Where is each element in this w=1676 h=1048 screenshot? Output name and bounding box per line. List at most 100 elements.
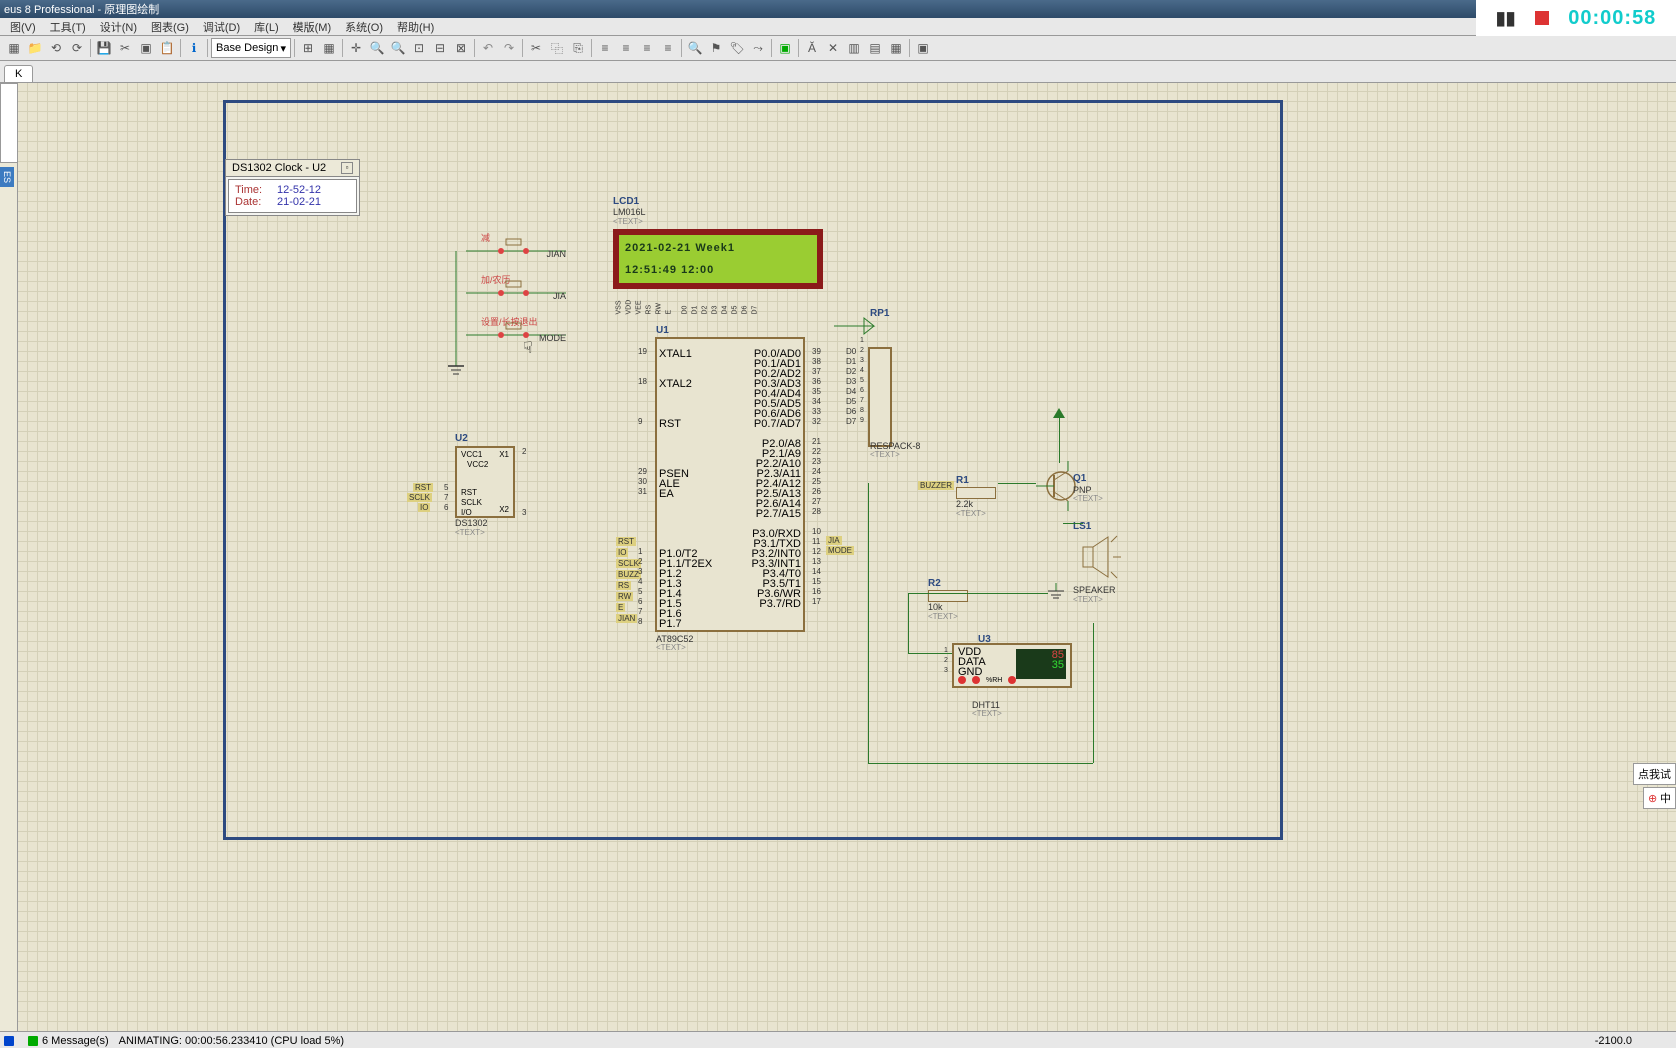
lcd-pin-vee: VEE [636, 300, 643, 314]
lcd-pin-d6: D6 [742, 306, 749, 315]
u1-text: <TEXT> [656, 643, 686, 652]
window-title: eus 8 Professional - 原理图绘制 [4, 1, 159, 17]
button-jia[interactable]: 加/农历 JIA [456, 273, 566, 313]
tb-report4-icon[interactable]: ▣ [913, 38, 933, 58]
tb-scissors-icon[interactable]: ✂ [526, 38, 546, 58]
r2-val: 10k [928, 602, 968, 612]
u3-dht11[interactable]: VDD DATA GND 85 35 %RH [952, 643, 1072, 688]
side-float-ime[interactable]: ⊕ 中 [1643, 787, 1676, 809]
menu-design[interactable]: 设计(N) [94, 18, 143, 36]
tb-zoomsel-icon[interactable]: ⊠ [451, 38, 471, 58]
tb-tag-icon[interactable]: 🏷 [727, 38, 747, 58]
tb-align1-icon[interactable]: ≡ [595, 38, 615, 58]
ds1302-body: Time:12-52-12 Date:21-02-21 [228, 179, 357, 213]
tb-comp1-icon[interactable]: ▣ [775, 38, 795, 58]
tb-align2-icon[interactable]: ≡ [616, 38, 636, 58]
u2-ds1302[interactable]: U2 VCC1 VCC2 X1 RST SCLK I/O X2 DS1302 <… [455, 433, 515, 537]
button-mode[interactable]: 设置/长按退出 MODE [456, 315, 566, 355]
overview-thumb[interactable] [0, 83, 18, 163]
tb-center-icon[interactable]: ✛ [346, 38, 366, 58]
tb-copy-icon[interactable]: ▣ [136, 38, 156, 58]
title-bar: eus 8 Professional - 原理图绘制 [0, 0, 1676, 18]
tb-zoomin-icon[interactable]: 🔍 [367, 38, 387, 58]
tb-grid-icon[interactable]: ⊞ [298, 38, 318, 58]
menu-view[interactable]: 图(V) [4, 18, 42, 36]
lcd-pin-d1: D1 [692, 306, 699, 315]
lcd-text: <TEXT> [613, 217, 646, 226]
r1-val: 2.2k [956, 499, 996, 509]
tb-flag-icon[interactable]: ⚑ [706, 38, 726, 58]
menu-charts[interactable]: 图表(G) [145, 18, 195, 36]
tb-forward-icon[interactable]: ⟳ [67, 38, 87, 58]
lcd-ref: LCD1 [613, 196, 646, 207]
tb-cut-icon[interactable]: ✂ [115, 38, 135, 58]
ls1-part: SPEAKER [1073, 585, 1123, 595]
button-jian[interactable]: 减 JIAN [456, 231, 566, 271]
pause-icon[interactable]: ▮▮ [1496, 8, 1516, 29]
r1-resistor[interactable]: R1 2.2k <TEXT> [956, 475, 996, 518]
lcd-screen: 2021-02-21 Week1 12:51:49 12:00 [613, 229, 823, 289]
tb-report1-icon[interactable]: ▥ [844, 38, 864, 58]
tb-open-icon[interactable]: 📁 [25, 38, 45, 58]
menu-template[interactable]: 模版(M) [287, 18, 338, 36]
dht-display: 85 35 [1016, 649, 1066, 679]
side-float-text2: 中 [1660, 793, 1671, 805]
close-icon[interactable]: ▫ [341, 162, 353, 174]
net-e: E [616, 603, 625, 612]
menu-help[interactable]: 帮助(H) [391, 18, 440, 36]
tb-paste-icon[interactable]: 📋 [157, 38, 177, 58]
tb-zoomfit-icon[interactable]: ⊡ [409, 38, 429, 58]
menu-library[interactable]: 库(L) [248, 18, 284, 36]
status-led-icon [4, 1036, 14, 1046]
tb-new-icon[interactable]: ▦ [4, 38, 24, 58]
canvas[interactable]: DS1302 Clock - U2 ▫ Time:12-52-12 Date:2… [18, 83, 1676, 1031]
tb-redo-icon[interactable]: ↷ [499, 38, 519, 58]
tb-copy2-icon[interactable]: ⿻ [547, 38, 567, 58]
r2-text: <TEXT> [928, 612, 968, 621]
dht-led-r [958, 676, 966, 684]
tb-report2-icon[interactable]: ▤ [865, 38, 885, 58]
tb-zoomout-icon[interactable]: 🔍 [388, 38, 408, 58]
lcd-part: LM016L [613, 207, 646, 217]
tb-save-icon[interactable]: 💾 [94, 38, 114, 58]
net-rs: RS [616, 581, 631, 590]
u2-ref: U2 [455, 433, 515, 444]
tb-undo-icon[interactable]: ↶ [478, 38, 498, 58]
tab-schematic[interactable]: K [4, 65, 33, 82]
status-msg-led [28, 1036, 38, 1046]
side-panel: ES [0, 83, 18, 1031]
tb-x-icon[interactable]: ✕ [823, 38, 843, 58]
ls1-speaker[interactable]: LS1 SPEAKER <TEXT> [1073, 521, 1123, 604]
net-buzzer: BUZZER [918, 481, 954, 490]
menu-tools[interactable]: 工具(T) [44, 18, 92, 36]
tb-back-icon[interactable]: ⟲ [46, 38, 66, 58]
tb-wire-icon[interactable]: ⤳ [748, 38, 768, 58]
lcd-pin-d3: D3 [712, 306, 719, 315]
design-combo[interactable]: Base Design▾ [211, 38, 291, 58]
tb-info-icon[interactable]: ℹ [184, 38, 204, 58]
tb-paste2-icon[interactable]: ⎘ [568, 38, 588, 58]
ds1302-popup[interactable]: DS1302 Clock - U2 ▫ Time:12-52-12 Date:2… [225, 159, 360, 216]
tb-zoomall-icon[interactable]: ⊟ [430, 38, 450, 58]
tb-text-icon[interactable]: Ă [802, 38, 822, 58]
tb-report3-icon[interactable]: ▦ [886, 38, 906, 58]
menu-debug[interactable]: 调试(D) [197, 18, 246, 36]
side-devices[interactable]: ES [0, 167, 14, 187]
stop-icon[interactable] [1535, 11, 1549, 25]
ds1302-popup-title[interactable]: DS1302 Clock - U2 ▫ [226, 160, 359, 177]
tb-align3-icon[interactable]: ≡ [637, 38, 657, 58]
tb-align4-icon[interactable]: ≡ [658, 38, 678, 58]
tb-search-icon[interactable]: 🔍 [685, 38, 705, 58]
u3-text: <TEXT> [972, 709, 1002, 718]
r2-resistor[interactable]: R2 10k <TEXT> [928, 578, 968, 621]
status-messages[interactable]: 6 Message(s) [42, 1035, 109, 1047]
tb-grid2-icon[interactable]: ▦ [319, 38, 339, 58]
side-float-btn[interactable]: 点我试 [1633, 763, 1676, 785]
q1-text: <TEXT> [1073, 494, 1103, 503]
menu-system[interactable]: 系统(O) [339, 18, 389, 36]
u3-ref: U3 [978, 634, 991, 645]
net-sclk: SCLK [407, 493, 432, 502]
u1-mcu[interactable]: XTAL1XTAL2RSTPSENALEEAP1.0/T2P1.1/T2EXP1… [655, 337, 805, 632]
lcd-pin-rw: RW [656, 303, 663, 315]
lcd1-component[interactable]: LCD1 LM016L <TEXT> 2021-02-21 Week1 12:5… [613, 196, 646, 226]
